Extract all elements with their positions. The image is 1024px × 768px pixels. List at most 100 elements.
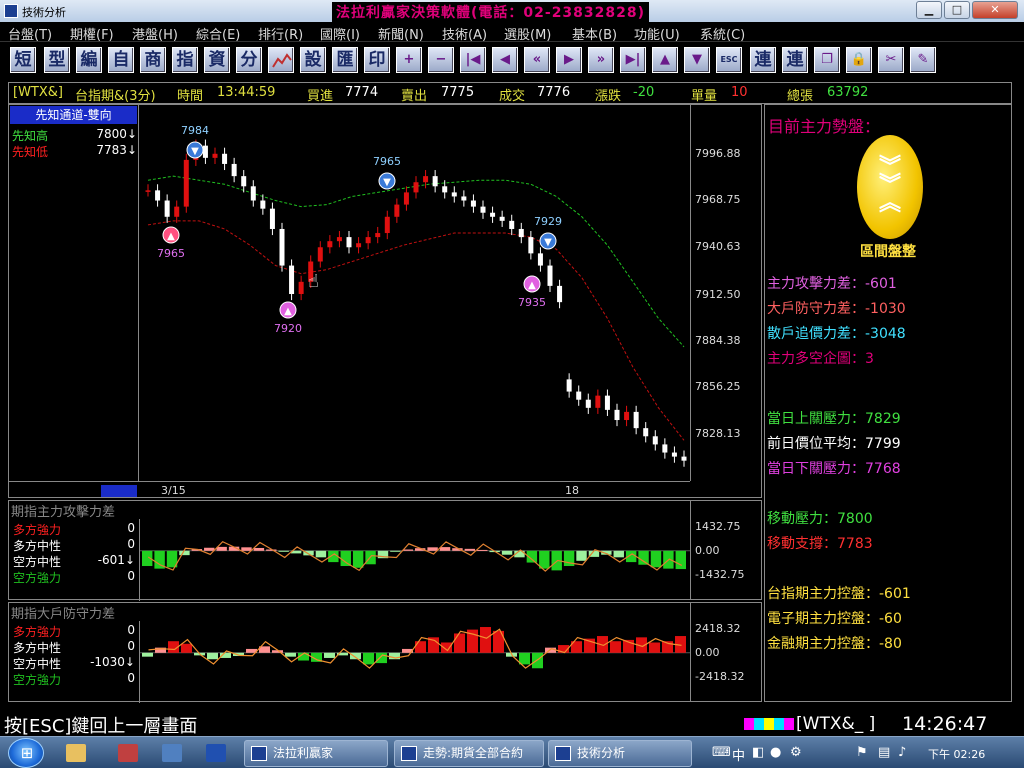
candle <box>547 265 553 286</box>
taskbar: ⊞ 法拉利贏家 走勢:期貨全部合約 技術分析 ⌨ 中 ◧ ● ⚙ ⚑ ▤ ♪ 下… <box>0 736 1024 768</box>
status-code[interactable]: [WTX&_ ] <box>796 714 875 734</box>
settings-button[interactable]: 設 <box>300 47 326 73</box>
candle <box>480 206 486 213</box>
custom-button[interactable]: 自 <box>108 47 134 73</box>
task-ferrari[interactable]: 法拉利贏家 <box>244 740 388 767</box>
next-icon[interactable]: ▶ <box>556 47 582 73</box>
indicator-button[interactable]: 指 <box>172 47 198 73</box>
task-trend[interactable]: 走勢:期貨全部合約 <box>394 740 544 767</box>
menu-combined[interactable]: 綜合(E) <box>196 24 240 43</box>
indicator-bar <box>650 550 662 568</box>
chart-icon[interactable] <box>268 47 294 73</box>
ind1-label: 空方強力 <box>13 571 62 585</box>
scroll-marker[interactable] <box>101 485 137 497</box>
menu-select[interactable]: 選股(M) <box>504 24 551 43</box>
link2-button[interactable]: 連 <box>782 47 808 73</box>
export-button[interactable]: 匯 <box>332 47 358 73</box>
close-button[interactable]: ✕ <box>972 1 1018 19</box>
status-hint: 按[ESC]鍵回上一層畫面 <box>4 716 198 737</box>
ind2-tick: 0.00 <box>695 646 720 659</box>
menu-basic[interactable]: 基本(B) <box>572 24 617 43</box>
price-plot[interactable]: ▼ 7984 ▲ 7965 ▼ 7965 ▲ 7920 ▼ 7929 ▲ 7935 ☝ <box>140 105 690 481</box>
paint-icon[interactable] <box>162 744 182 762</box>
start-button[interactable]: ⊞ <box>8 738 44 768</box>
candle <box>461 196 467 201</box>
trend-line: 散戶追價力差：-3048 <box>767 326 906 342</box>
ind1-tick: 1432.75 <box>695 520 741 533</box>
media-player-icon[interactable] <box>118 744 138 762</box>
ime-fullwidth-icon[interactable]: ● <box>770 745 781 760</box>
flag-icon[interactable]: ⚑ <box>856 745 868 760</box>
up-icon[interactable]: ▲ <box>652 47 678 73</box>
change-value: -20 <box>633 85 655 100</box>
menu-system[interactable]: 系統(C) <box>700 24 745 43</box>
menu-futures[interactable]: 期權(F) <box>70 24 114 43</box>
product-button[interactable]: 商 <box>140 47 166 73</box>
indicator-bar <box>675 550 686 570</box>
clock[interactable]: 下午 02:26 <box>928 746 985 762</box>
price-chart-panel[interactable]: 先知通道-雙向 先知高 7800↓ 先知低 7783↓ ▼ 7984 ▲ 7965 ▼ 7… <box>8 104 762 498</box>
menu-function[interactable]: 功能(U) <box>634 24 680 43</box>
last-icon[interactable]: ▶| <box>620 47 646 73</box>
tools-icon[interactable]: ✂ <box>878 47 904 73</box>
menu-news[interactable]: 新聞(N) <box>378 24 424 43</box>
app-icon <box>251 746 267 761</box>
signal-label: 7929 <box>534 215 562 228</box>
first-icon[interactable]: |◀ <box>460 47 486 73</box>
down-icon[interactable]: ▼ <box>684 47 710 73</box>
minus-icon[interactable]: − <box>428 47 454 73</box>
lock-icon[interactable]: 🔒 <box>846 47 872 73</box>
task-tech[interactable]: 技術分析 <box>548 740 692 767</box>
menu-tech[interactable]: 技術(A) <box>442 24 487 43</box>
link-button[interactable]: 連 <box>750 47 776 73</box>
price-tick: 7968.75 <box>695 193 741 206</box>
short-button[interactable]: 短 <box>10 47 36 73</box>
menu-hk[interactable]: 港盤(H) <box>132 24 178 43</box>
menu-intl[interactable]: 國際(I) <box>320 24 360 43</box>
split-button[interactable]: 分 <box>236 47 262 73</box>
menu-ranking[interactable]: 排行(R) <box>258 24 303 43</box>
plus-icon[interactable]: + <box>396 47 422 73</box>
attack-indicator-panel[interactable]: 期指主力攻擊力差 多方強力 0 多方中性 0 空方中性 -601↓ 空方強力 0… <box>8 500 762 601</box>
indicator-bar <box>352 550 364 568</box>
volume-value: 10 <box>731 85 748 100</box>
ind1-value: 0 <box>127 521 135 535</box>
volume-icon[interactable]: ♪ <box>898 745 906 760</box>
keyboard-icon[interactable]: ⌨ <box>712 745 731 760</box>
candle <box>442 186 448 193</box>
price-tick: 7828.13 <box>695 427 741 440</box>
indicator-bar <box>350 652 361 660</box>
date-axis[interactable]: 3/15 18 <box>9 481 690 498</box>
explorer-icon[interactable] <box>66 744 86 762</box>
trend-badge-icon: ︾ ︾ ︽ <box>857 135 923 239</box>
maximize-button[interactable]: □ <box>944 1 970 19</box>
channel-header[interactable]: 先知通道-雙向 <box>10 106 137 124</box>
task-label: 走勢:期貨全部合約 <box>423 746 524 760</box>
forward-icon[interactable]: » <box>588 47 614 73</box>
print-button[interactable]: 印 <box>364 47 390 73</box>
network-icon[interactable]: ▤ <box>878 745 890 760</box>
defense-bars[interactable] <box>140 620 690 702</box>
edit-button[interactable]: 編 <box>76 47 102 73</box>
ime-indicator[interactable]: 中 <box>732 745 745 764</box>
edit-icon[interactable]: ✎ <box>910 47 936 73</box>
window-icon[interactable]: ❐ <box>814 47 840 73</box>
candle <box>643 428 649 437</box>
defense-indicator-panel[interactable]: 期指大戶防守力差 多方強力 0 多方中性 0 空方中性 -1030↓ 空方強力 … <box>8 602 762 703</box>
data-button[interactable]: 資 <box>204 47 230 73</box>
word-icon[interactable] <box>206 744 226 762</box>
indicator-bar <box>501 550 513 555</box>
pattern-button[interactable]: 型 <box>44 47 70 73</box>
esc-icon[interactable]: ESC <box>716 47 742 73</box>
attack-indicator-title: 期指主力攻擊力差 <box>11 505 116 520</box>
candle <box>595 395 601 408</box>
minimize-button[interactable]: ▁ <box>916 1 942 19</box>
prev-icon[interactable]: ◀ <box>492 47 518 73</box>
color-swatch <box>784 718 794 730</box>
rewind-icon[interactable]: « <box>524 47 550 73</box>
ime-mode-icon[interactable]: ◧ <box>752 745 764 760</box>
ind1-value: -601↓ <box>97 553 135 567</box>
ime-settings-icon[interactable]: ⚙ <box>790 745 802 760</box>
menu-taipan[interactable]: 台盤(T) <box>8 24 52 43</box>
attack-bars[interactable] <box>140 518 690 600</box>
